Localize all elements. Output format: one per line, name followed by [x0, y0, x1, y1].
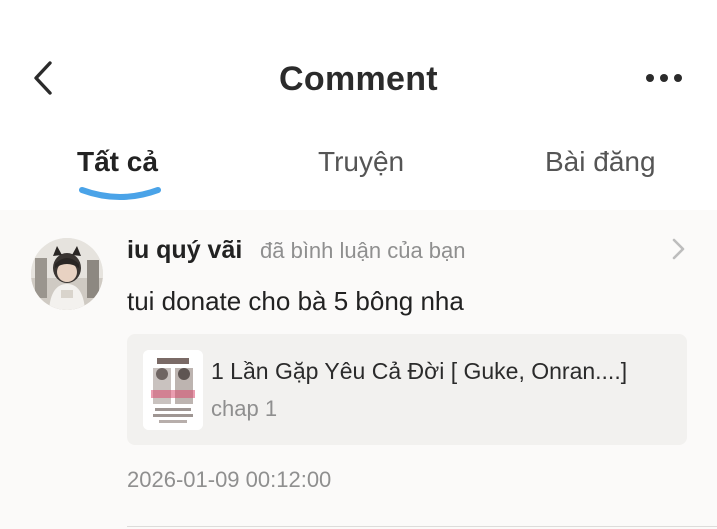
tab-all[interactable]: Tất cả [77, 146, 158, 178]
top-bar: Comment [0, 0, 717, 130]
tab-stories[interactable]: Truyện [318, 146, 404, 178]
active-tab-indicator [79, 187, 161, 200]
chevron-right-icon[interactable] [666, 236, 690, 262]
more-options-button[interactable] [640, 66, 688, 90]
story-cover [143, 350, 203, 430]
divider [127, 526, 717, 527]
timestamp: 2026-01-09 00:12:00 [127, 467, 332, 492]
notification-action-text: đã bình luận của bạn [260, 238, 466, 263]
story-card[interactable]: 1 Lần Gặp Yêu Cả Đời [ Guke, Onran....] … [127, 334, 687, 445]
tab-bar: Tất cả Truyện Bài đăng [0, 130, 717, 210]
story-title: 1 Lần Gặp Yêu Cả Đời [ Guke, Onran....] [211, 358, 628, 384]
avatar[interactable] [31, 238, 103, 310]
comment-text: tui donate cho bà 5 bông nha [127, 286, 464, 316]
story-cover-image [143, 350, 203, 430]
tab-posts[interactable]: Bài đăng [545, 146, 656, 178]
user-avatar-image [31, 238, 103, 310]
story-chapter: chap 1 [211, 396, 278, 421]
username[interactable]: iu quý vãi [127, 236, 242, 265]
page-title: Comment [279, 60, 438, 98]
more-horizontal-icon [646, 74, 654, 82]
notification-list: iu quý vãi đã bình luận của bạn tui dona… [0, 210, 717, 529]
